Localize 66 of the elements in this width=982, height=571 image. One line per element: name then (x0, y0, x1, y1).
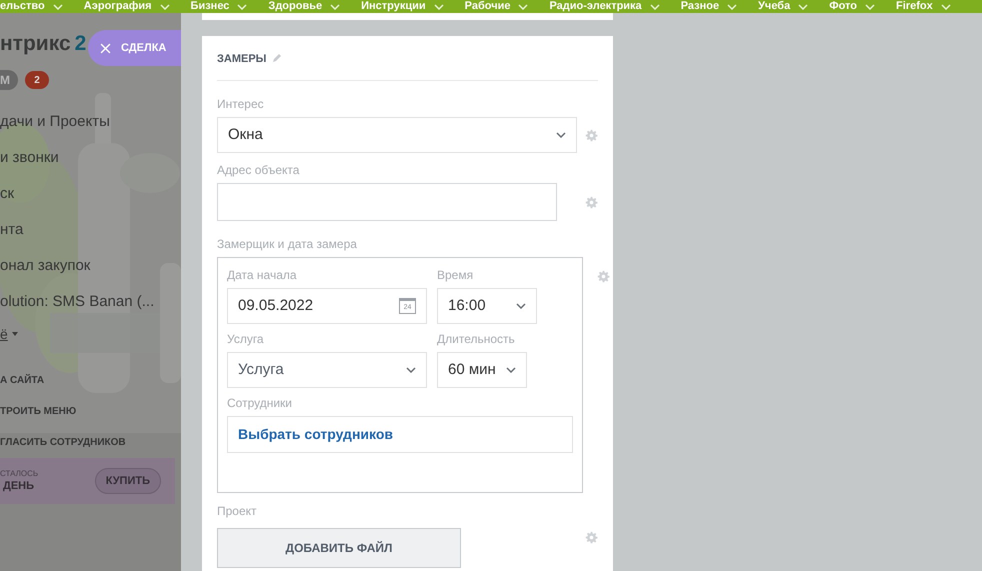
menu-link[interactable]: Фото (829, 1, 876, 12)
chevron-icon (237, 4, 248, 10)
sidebar-link[interactable]: ТРОИТЬ МЕНЮ (0, 405, 181, 419)
menu-item[interactable]: ск (0, 176, 181, 212)
service-select[interactable]: Услуга (227, 352, 427, 388)
add-file-button[interactable]: ДОБАВИТЬ ФАЙЛ (217, 528, 461, 568)
field-label: Интерес (217, 97, 265, 111)
select-field[interactable]: Окна (217, 117, 577, 153)
menu-link[interactable]: Учеба (758, 1, 808, 12)
chevron-icon (518, 4, 528, 10)
logo-text: нтрикс (0, 32, 71, 54)
trial-caption: СТАЛОСЬ (0, 469, 38, 479)
sidebar-link[interactable]: А САЙТА (0, 374, 181, 388)
settings-icon[interactable] (585, 196, 598, 208)
trial-days: ДЕНЬ (3, 479, 38, 493)
chevron-icon (940, 4, 951, 10)
menu-link[interactable]: Здоровье (268, 1, 340, 12)
menu-link[interactable]: Firefox (896, 1, 951, 12)
close-icon (100, 42, 111, 54)
chevron-icon (52, 4, 63, 10)
menu-item[interactable]: нта (0, 212, 181, 248)
field-label: Длительность (437, 332, 516, 346)
menu-link[interactable]: Радио-электрика (549, 1, 660, 12)
menu-item[interactable]: дачи и Проекты (0, 104, 181, 140)
chevron-icon (330, 4, 340, 10)
chevron-icon (406, 367, 416, 373)
duration-select[interactable]: 60 мин (437, 352, 527, 388)
menu-item[interactable]: olution: SMS Banan (... (0, 284, 181, 320)
menu-link[interactable]: Аэрография (84, 1, 170, 12)
field-label: Замерщик и дата замера (217, 237, 358, 251)
chevron-icon (865, 4, 876, 10)
field-label: Дата начала (227, 268, 298, 282)
field-label: Сотрудники (227, 396, 293, 410)
chevron-icon (160, 4, 170, 10)
chevron-icon (516, 303, 526, 309)
field-label: Проект (217, 504, 258, 518)
close-tab[interactable]: СДЕЛКА (88, 30, 181, 66)
chevron-icon (798, 4, 808, 10)
field-label: Адрес объекта (217, 163, 300, 177)
menu-link[interactable]: Разное (680, 1, 738, 12)
pencil-icon[interactable] (272, 53, 282, 63)
menu-link[interactable]: ельство (0, 1, 63, 12)
settings-icon[interactable] (585, 128, 598, 142)
chevron-icon (506, 367, 516, 373)
menu-link[interactable]: Рабочие (464, 1, 528, 12)
settings-icon[interactable] (597, 270, 610, 283)
more-link[interactable]: ё (0, 320, 181, 348)
field-label: Время (437, 268, 474, 282)
chevron-icon (650, 4, 660, 10)
menu-link[interactable]: Инструкции (361, 1, 444, 12)
logo-text: 2 (74, 32, 86, 54)
select-staff-link[interactable]: Выбрать сотрудников (238, 424, 393, 445)
section-title: ЗАМЕРЫ (217, 52, 266, 66)
menu-item[interactable]: и звонки (0, 140, 181, 176)
text-input[interactable] (217, 183, 557, 221)
time-select[interactable]: 16:00 (437, 288, 537, 324)
chevron-icon (727, 4, 738, 10)
chevron-icon (556, 132, 566, 138)
menu-link[interactable]: Бизнес (190, 1, 248, 12)
sidebar-link[interactable]: ГЛАСИТЬ СОТРУДНИКОВ (0, 436, 181, 450)
counter-badge: M (0, 70, 18, 90)
buy-button[interactable]: КУПИТЬ (94, 468, 161, 494)
chevron-icon (434, 4, 444, 10)
settings-icon[interactable] (585, 531, 598, 544)
menu-item[interactable]: онал закупок (0, 248, 181, 284)
field-label: Услуга (227, 332, 265, 346)
